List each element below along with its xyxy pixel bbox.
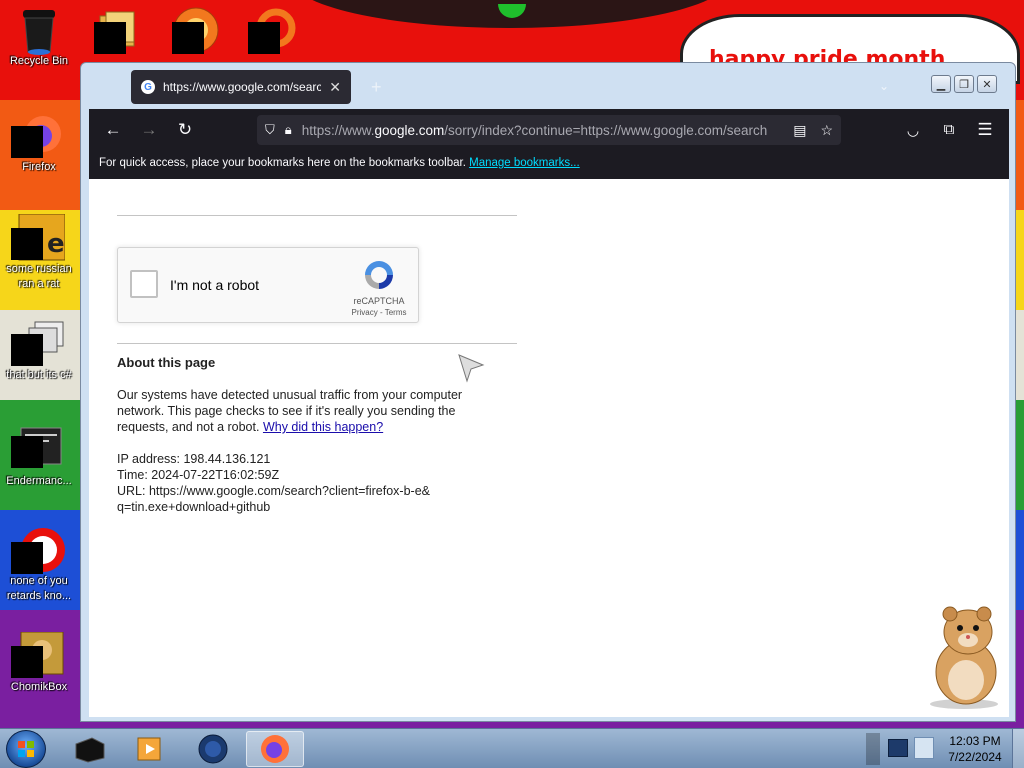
app-tray-icon[interactable]	[914, 737, 934, 759]
desktop-icon-firefox[interactable]: Firefox	[0, 112, 78, 175]
pocket-icon[interactable]: ◡	[901, 119, 925, 143]
desktop-icon-label: Firefox	[22, 161, 56, 173]
taskbar-app-tin[interactable]	[60, 731, 118, 767]
bookmarks-toolbar: For quick access, place your bookmarks h…	[89, 151, 1009, 179]
google-favicon-icon: G	[141, 80, 155, 94]
url-line-1: URL: https://www.google.com/search?clien…	[117, 484, 430, 498]
extensions-icon[interactable]: ⧉	[937, 119, 961, 143]
desktop-icon-csharp[interactable]: that but its c#	[0, 320, 78, 383]
lock-icon[interactable]: 🔒︎	[285, 122, 292, 138]
clock-date: 7/22/2024	[948, 750, 1002, 764]
desktop-icon-label: Recycle Bin	[9, 55, 69, 67]
url-domain: google.com	[374, 122, 445, 138]
desktop-icon-top-2[interactable]	[172, 6, 220, 59]
ip-address: IP address: 198.44.136.121	[117, 452, 271, 466]
page-content: I'm not a robot reCAPTCHA Privacy - Term…	[89, 179, 1009, 717]
globe-app-icon	[198, 734, 228, 764]
recaptcha-logo-icon	[365, 261, 393, 289]
clock-time: 12:03 PM	[949, 734, 1001, 748]
url-line-2: q=tin.exe+download+github	[117, 500, 271, 514]
taskbar: 12:03 PM 7/22/2024	[0, 728, 1024, 768]
captcha-checkbox[interactable]	[130, 270, 158, 298]
tab-title: https://www.google.com/search	[163, 80, 322, 94]
url-text[interactable]: https://www.google.com/sorry/index?conti…	[302, 123, 786, 138]
tab-google-search[interactable]: G https://www.google.com/search ✕	[131, 70, 351, 104]
taskbar-app-globe[interactable]	[184, 731, 242, 767]
shield-icon[interactable]: ⛉	[265, 122, 275, 138]
url-path: /sorry/index?continue=https://www.google…	[444, 122, 768, 138]
windows-stack-icon	[11, 320, 64, 366]
bookmarks-hint: For quick access, place your bookmarks h…	[99, 157, 466, 169]
captcha-privacy-terms[interactable]: Privacy - Terms	[336, 308, 422, 317]
taskbar-app-firefox[interactable]	[246, 731, 304, 767]
list-all-tabs-icon[interactable]: ⌄	[879, 79, 889, 93]
mouse-cursor-icon	[458, 354, 485, 383]
firefox-icon	[11, 112, 61, 158]
window-controls: ▁ ❐ ✕	[931, 75, 997, 93]
reader-view-icon[interactable]: ▤	[793, 122, 806, 139]
network-icon[interactable]	[888, 739, 908, 757]
desktop-icon-label: none of you retards kno...	[6, 575, 72, 602]
desktop-icon-label: some russian ran a rat	[6, 263, 72, 290]
minimize-button[interactable]: ▁	[931, 75, 951, 93]
close-window-button[interactable]: ✕	[977, 75, 997, 93]
show-desktop-button[interactable]	[1012, 729, 1024, 768]
reload-icon[interactable]: ↻	[173, 119, 197, 143]
url-bar[interactable]: ⛉ 🔒︎ https://www.google.com/sorry/index?…	[257, 115, 841, 145]
captcha-brand: reCAPTCHA	[353, 296, 405, 306]
firefox-taskbar-icon	[261, 735, 289, 763]
new-tab-button[interactable]: +	[371, 77, 382, 98]
opera-icon	[11, 526, 65, 574]
desktop-icon-label: that but its c#	[6, 369, 72, 381]
browser-window: G https://www.google.com/search ✕ + ⌄ ▁ …	[80, 62, 1016, 722]
divider	[117, 215, 517, 216]
url-prefix: https://www.	[301, 122, 375, 138]
tray-overflow-icon[interactable]	[866, 733, 880, 765]
svg-text:e: e	[47, 229, 65, 259]
nav-toolbar: ← → ↻ ⛉ 🔒︎ https://www.google.com/sorry/…	[89, 109, 1009, 151]
about-title: About this page	[117, 355, 216, 370]
windows-logo-icon	[18, 741, 34, 757]
close-tab-icon[interactable]: ✕	[329, 79, 341, 96]
desktop-icon-top-1[interactable]	[94, 10, 140, 59]
media-player-icon	[137, 737, 161, 761]
desktop-icon-top-3[interactable]	[248, 8, 296, 59]
maximize-button[interactable]: ❐	[954, 75, 974, 93]
desktop-icon-recycle-bin[interactable]: Recycle Bin	[0, 6, 78, 69]
desktop-icon-none-of-you[interactable]: none of you retards kno...	[0, 526, 78, 604]
tab-strip: G https://www.google.com/search ✕ + ⌄ ▁ …	[89, 69, 1007, 109]
desktop-icon-russian-rat[interactable]: e some russian ran a rat	[0, 213, 78, 292]
captcha-label: I'm not a robot	[170, 277, 260, 293]
recaptcha-widget: I'm not a robot reCAPTCHA Privacy - Term…	[117, 247, 419, 323]
app-icon: e	[11, 213, 66, 261]
clock[interactable]: 12:03 PM 7/22/2024	[940, 733, 1010, 765]
hamster-mascot	[930, 606, 998, 709]
desktop-icon-endermanch[interactable]: Endermanc...	[0, 426, 78, 489]
taskbar-app-media[interactable]	[120, 731, 178, 767]
terminal-icon	[11, 426, 62, 470]
bookmark-star-icon[interactable]: ☆	[820, 122, 833, 139]
recycle-bin-icon	[17, 6, 61, 55]
divider	[117, 343, 517, 344]
timestamp: Time: 2024-07-22T16:02:59Z	[117, 468, 280, 482]
desktop-icon-chomikbox[interactable]: ChomikBox	[0, 631, 78, 695]
desktop-icon-label: Endermanc...	[6, 475, 72, 487]
start-button[interactable]	[6, 730, 46, 768]
about-body: Our systems have detected unusual traffi…	[117, 387, 497, 435]
manage-bookmarks-link[interactable]: Manage bookmarks...	[469, 157, 580, 169]
menu-hamburger-icon[interactable]: ☰	[973, 119, 997, 143]
why-link[interactable]: Why did this happen?	[263, 420, 383, 434]
hamster-app-icon	[11, 631, 64, 678]
black-box-icon	[75, 737, 105, 763]
forward-arrow-icon[interactable]: →	[137, 119, 161, 143]
desktop-icon-label: ChomikBox	[10, 681, 68, 693]
back-arrow-icon[interactable]: ←	[101, 119, 125, 143]
